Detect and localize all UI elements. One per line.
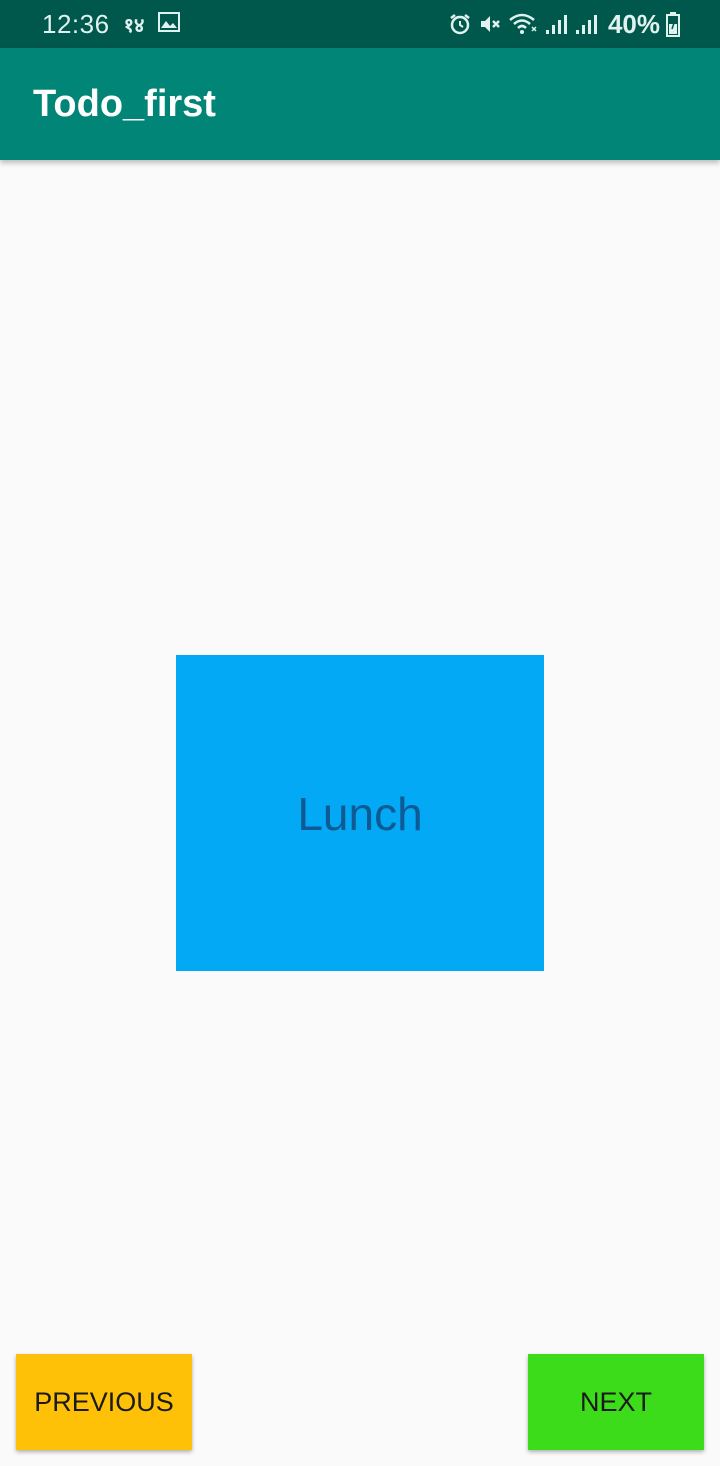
app-title: Todo_first (33, 83, 216, 125)
previous-button[interactable]: PREVIOUS (16, 1354, 192, 1450)
signal-icon (574, 12, 598, 36)
status-bar: 12:36 १४ 40% (0, 0, 720, 48)
status-indicator: १४ (123, 14, 145, 37)
battery-icon (666, 11, 680, 37)
signal-icon (544, 12, 568, 36)
status-right: 40% (448, 0, 680, 48)
battery-percent: 40% (607, 8, 660, 39)
next-button[interactable]: NEXT (528, 1354, 704, 1450)
alarm-icon (448, 12, 472, 36)
todo-label: Lunch (297, 788, 423, 840)
status-left: 12:36 १४ (42, 0, 181, 48)
todo-card[interactable]: Lunch (176, 655, 544, 971)
wifi-icon (508, 12, 538, 36)
status-time: 12:36 (42, 8, 110, 39)
image-icon (158, 11, 181, 37)
mute-icon (478, 12, 502, 36)
app-bar: Todo_first (0, 48, 720, 160)
